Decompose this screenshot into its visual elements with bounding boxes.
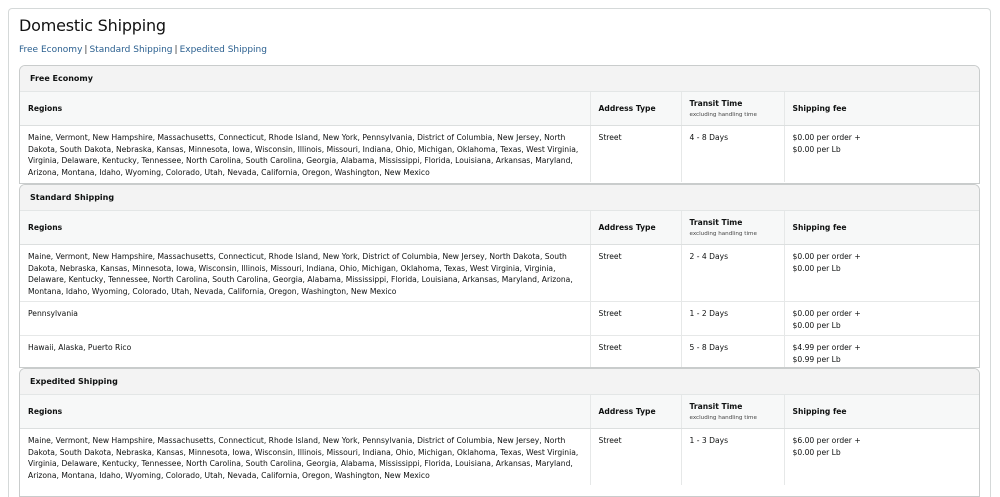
fee-lb: $0.00 per Lb (792, 144, 841, 154)
link-expedited-shipping[interactable]: Expedited Shipping (180, 45, 267, 55)
transit-sublabel: excluding handling time (689, 112, 757, 119)
header-regions: Regions (20, 395, 590, 429)
transit-label: Transit Time (689, 217, 743, 227)
header-regions: Regions (20, 211, 590, 245)
table-header-row: Regions Address Type Transit Time excludi… (20, 395, 979, 429)
link-separator: | (174, 45, 178, 55)
transit-sublabel: excluding handling time (689, 231, 757, 238)
table-row: Hawaii, Alaska, Puerto Rico Street 5 - 8… (20, 335, 979, 367)
cell-address-type: Street (589, 244, 681, 302)
cell-transit: 2 - 4 Days (680, 244, 784, 302)
table-header-row: Regions Address Type Transit Time excludi… (20, 92, 979, 126)
header-transit-time: Transit Time excluding handling time (680, 92, 784, 126)
table-row: Maine, Vermont, New Hampshire, Massachus… (20, 125, 979, 182)
shipping-table: Regions Address Type Transit Time excludi… (20, 211, 979, 367)
fee-lb: $0.00 per Lb (792, 263, 841, 273)
header-regions: Regions (20, 92, 590, 126)
cell-transit: 4 - 8 Days (680, 125, 784, 182)
cell-fee: $4.99 per order + $0.99 per Lb (783, 335, 979, 367)
header-address-type: Address Type (589, 211, 681, 245)
transit-sublabel: excluding handling time (689, 415, 757, 422)
header-shipping-fee: Shipping fee (783, 395, 979, 429)
cell-transit: 1 - 3 Days (680, 428, 784, 485)
section-expedited-shipping: Expedited Shipping Regions Address Type … (19, 368, 980, 497)
fee-lb: $0.00 per Lb (792, 320, 841, 330)
cell-address-type: Street (589, 335, 681, 367)
header-transit-time: Transit Time excluding handling time (680, 211, 784, 245)
link-standard-shipping[interactable]: Standard Shipping (89, 45, 172, 55)
cell-regions: Hawaii, Alaska, Puerto Rico (28, 343, 132, 352)
table-row: Maine, Vermont, New Hampshire, Massachus… (20, 244, 979, 302)
cell-fee: $6.00 per order + $0.00 per Lb (783, 428, 979, 485)
section-title: Standard Shipping (20, 185, 979, 211)
page-title: Domestic Shipping (19, 16, 166, 35)
transit-label: Transit Time (689, 401, 743, 411)
link-free-economy[interactable]: Free Economy (19, 45, 82, 55)
header-address-type: Address Type (589, 92, 681, 126)
section-links: Free Economy | Standard Shipping | Expedited… (19, 45, 267, 55)
section-standard-shipping: Standard Shipping Regions Address Type T… (19, 184, 980, 368)
table-header-row: Regions Address Type Transit Time excludi… (20, 211, 979, 245)
cell-address-type: Street (589, 125, 681, 182)
fee-order: $0.00 per order + (792, 133, 861, 142)
fee-order: $0.00 per order + (792, 309, 861, 318)
fee-lb: $0.00 per Lb (792, 447, 841, 457)
shipping-table: Regions Address Type Transit Time excludi… (20, 395, 979, 485)
shipping-table: Regions Address Type Transit Time excludi… (20, 92, 979, 182)
table-row: Maine, Vermont, New Hampshire, Massachus… (20, 428, 979, 485)
cell-fee: $0.00 per order + $0.00 per Lb (783, 125, 979, 182)
header-shipping-fee: Shipping fee (783, 92, 979, 126)
cell-fee: $0.00 per order + $0.00 per Lb (783, 244, 979, 302)
cell-transit: 5 - 8 Days (680, 335, 784, 367)
cell-regions: Pennsylvania (20, 301, 590, 336)
section-title: Free Economy (20, 66, 979, 92)
header-transit-time: Transit Time excluding handling time (680, 395, 784, 429)
header-address-type: Address Type (589, 395, 681, 429)
cell-fee: $0.00 per order + $0.00 per Lb (783, 301, 979, 336)
section-title: Expedited Shipping (20, 369, 979, 395)
fee-lb: $0.99 per Lb (792, 354, 841, 364)
transit-label: Transit Time (689, 98, 743, 108)
fee-order: $0.00 per order + (792, 252, 861, 261)
cell-regions: Maine, Vermont, New Hampshire, Massachus… (28, 436, 579, 480)
cell-address-type: Street (589, 428, 681, 485)
fee-order: $6.00 per order + (792, 436, 861, 445)
section-free-economy: Free Economy Regions Address Type Transi… (19, 65, 980, 184)
cell-address-type: Street (589, 301, 681, 336)
cell-transit: 1 - 2 Days (680, 301, 784, 336)
cell-regions: Maine, Vermont, New Hampshire, Massachus… (28, 133, 579, 177)
cell-regions: Maine, Vermont, New Hampshire, Massachus… (20, 244, 590, 302)
header-shipping-fee: Shipping fee (783, 211, 979, 245)
table-row: Pennsylvania Street 1 - 2 Days $0.00 per… (20, 301, 979, 336)
fee-order: $4.99 per order + (792, 343, 861, 352)
